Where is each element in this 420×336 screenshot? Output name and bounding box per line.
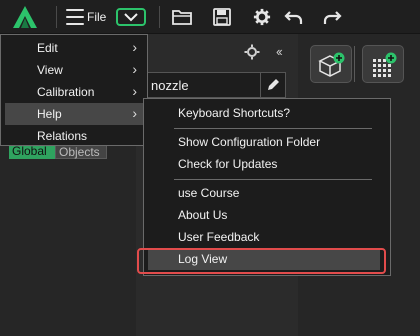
top-toolbar: File — [0, 0, 420, 34]
file-menu-label[interactable]: File — [87, 10, 106, 24]
collapse-panel-button[interactable]: ‹‹ — [276, 44, 283, 59]
menu-item-help[interactable]: Help › — [5, 103, 145, 125]
folder-icon[interactable] — [172, 8, 192, 26]
add-cube-icon — [318, 52, 345, 77]
menu-item-check-for-updates[interactable]: Check for Updates — [148, 153, 380, 175]
chevron-right-icon: › — [132, 83, 137, 99]
search-input[interactable]: nozzle — [140, 72, 260, 98]
main-menu: Edit › View › Calibration › Help › Relat… — [0, 34, 148, 146]
toolbar-divider — [56, 6, 57, 28]
redo-icon[interactable] — [322, 8, 342, 26]
menu-item-use-course[interactable]: use Course — [148, 182, 380, 204]
menu-item-label: Edit — [37, 41, 58, 55]
log-view-highlight — [137, 248, 386, 274]
add-grid-button[interactable] — [362, 45, 404, 83]
menu-item-label: View — [37, 63, 63, 77]
add-cube-button[interactable] — [310, 45, 352, 83]
menu-item-calibration[interactable]: Calibration › — [5, 81, 145, 103]
file-dropdown-button[interactable] — [116, 8, 146, 26]
gear-icon[interactable] — [252, 8, 272, 26]
menu-item-relations[interactable]: Relations — [5, 125, 145, 147]
hamburger-icon[interactable] — [66, 9, 84, 25]
menu-item-label: Relations — [37, 129, 88, 143]
chevron-down-icon — [124, 13, 138, 22]
chevron-right-icon: › — [132, 105, 137, 121]
chevron-right-icon: › — [132, 39, 137, 55]
menu-separator — [174, 128, 372, 129]
menu-item-label: Calibration — [37, 85, 95, 99]
menu-separator — [174, 179, 372, 180]
toolbar-divider — [159, 6, 160, 28]
undo-icon[interactable] — [284, 8, 304, 26]
menu-item-edit[interactable]: Edit › — [5, 37, 145, 59]
menu-item-show-configuration-folder[interactable]: Show Configuration Folder — [148, 131, 380, 153]
menu-item-keyboard-shortcuts[interactable]: Keyboard Shortcuts? — [148, 102, 380, 124]
menu-item-user-feedback[interactable]: User Feedback — [148, 226, 380, 248]
menu-item-label: Help — [37, 107, 62, 121]
app-logo-icon[interactable] — [12, 5, 38, 29]
menu-item-about-us[interactable]: About Us — [148, 204, 380, 226]
panel-settings-icon[interactable] — [244, 44, 260, 60]
save-icon[interactable] — [212, 8, 232, 26]
pencil-icon — [268, 79, 279, 90]
edit-button[interactable] — [260, 72, 286, 98]
viewport-toolbar-divider — [354, 46, 355, 82]
menu-item-view[interactable]: View › — [5, 59, 145, 81]
chevron-right-icon: › — [132, 61, 137, 77]
add-grid-icon — [373, 52, 397, 77]
